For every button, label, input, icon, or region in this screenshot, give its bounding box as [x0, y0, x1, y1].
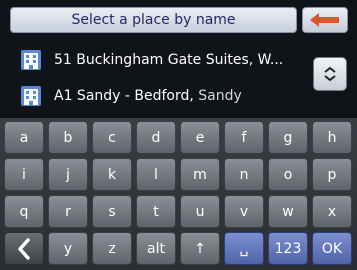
result-item-1[interactable]: 51 Buckingham Gate Suites, W...: [10, 43, 305, 77]
keyboard-back-button[interactable]: [4, 232, 44, 265]
key-t[interactable]: t: [136, 195, 176, 228]
key-m[interactable]: m: [180, 158, 220, 191]
key-e[interactable]: e: [180, 121, 220, 154]
back-button[interactable]: [302, 7, 348, 33]
keyboard: a b c d e f g h i j k l m n o p q r s t …: [0, 118, 357, 270]
result-name: 51 Buckingham Gate Suites, W...: [54, 52, 284, 68]
scroll-button[interactable]: [313, 57, 347, 91]
result-name-main: A1 Sandy - Bedford,: [54, 88, 199, 104]
key-o[interactable]: o: [268, 158, 308, 191]
key-q[interactable]: q: [4, 195, 44, 228]
key-x[interactable]: x: [312, 195, 352, 228]
result-name-secondary: Sandy: [198, 88, 242, 104]
building-icon: [21, 86, 41, 106]
up-down-icon: [324, 66, 336, 82]
key-l[interactable]: l: [136, 158, 176, 191]
top-bar: Select a place by name: [10, 6, 348, 36]
key-n[interactable]: n: [224, 158, 264, 191]
key-alt[interactable]: alt: [136, 232, 176, 265]
search-placeholder: Select a place by name: [71, 12, 236, 28]
app-frame: Select a place by name 51 Buckingham Gat…: [0, 0, 357, 270]
key-r[interactable]: r: [48, 195, 88, 228]
result-item-2[interactable]: A1 Sandy - Bedford, Sandy: [10, 79, 305, 113]
key-z[interactable]: z: [92, 232, 132, 265]
chevron-left-icon: [18, 237, 30, 260]
key-y[interactable]: y: [48, 232, 88, 265]
key-123[interactable]: 123: [268, 232, 308, 265]
key-k[interactable]: k: [92, 158, 132, 191]
key-j[interactable]: j: [48, 158, 88, 191]
key-f[interactable]: f: [224, 121, 264, 154]
results-list: 51 Buckingham Gate Suites, W... A1 Sandy…: [10, 43, 350, 115]
key-b[interactable]: b: [48, 121, 88, 154]
search-input[interactable]: Select a place by name: [10, 7, 297, 33]
key-v[interactable]: v: [224, 195, 264, 228]
key-w[interactable]: w: [268, 195, 308, 228]
building-icon: [21, 50, 41, 70]
key-a[interactable]: a: [4, 121, 44, 154]
key-p[interactable]: p: [312, 158, 352, 191]
key-d[interactable]: d: [136, 121, 176, 154]
key-c[interactable]: c: [92, 121, 132, 154]
key-s[interactable]: s: [92, 195, 132, 228]
key-h[interactable]: h: [312, 121, 352, 154]
result-name: A1 Sandy - Bedford, Sandy: [54, 88, 242, 104]
key-space[interactable]: ␣: [224, 232, 264, 265]
arrow-left-icon: [310, 13, 339, 27]
key-g[interactable]: g: [268, 121, 308, 154]
key-ok[interactable]: OK: [312, 232, 352, 265]
key-i[interactable]: i: [4, 158, 44, 191]
key-u[interactable]: u: [180, 195, 220, 228]
key-shift[interactable]: ↑: [180, 232, 220, 265]
